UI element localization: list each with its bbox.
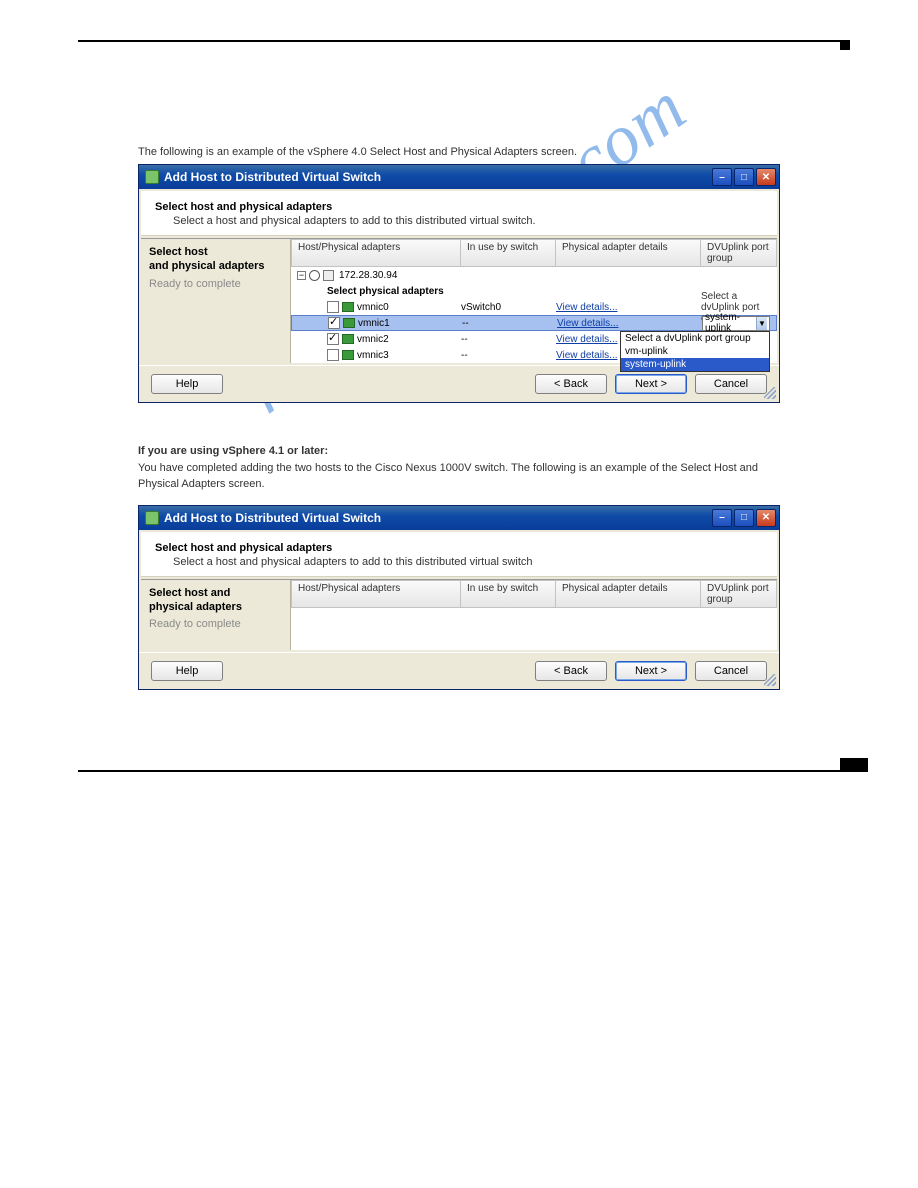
resize-grip[interactable]	[764, 674, 776, 686]
dropdown-option[interactable]: Select a dvUplink port group	[621, 332, 769, 345]
cancel-button[interactable]: Cancel	[695, 374, 767, 394]
view-details-link[interactable]: View details...	[556, 302, 701, 313]
wizard-nav: Select hostand physical adapters Ready t…	[141, 239, 291, 363]
next-button[interactable]: Next >	[615, 374, 687, 394]
resize-grip[interactable]	[764, 387, 776, 399]
col-host-adapters[interactable]: Host/Physical adapters	[291, 239, 461, 267]
dropdown-option[interactable]: vm-uplink	[621, 345, 769, 358]
header-subtitle: Select a host and physical adapters to a…	[173, 556, 763, 568]
next-button[interactable]: Next >	[615, 661, 687, 681]
inuse-cell: --	[461, 334, 556, 345]
header-panel: Select host and physical adapters Select…	[141, 532, 777, 577]
body-note: The following is an example of the vSphe…	[138, 146, 780, 158]
col-details[interactable]: Physical adapter details	[556, 239, 701, 267]
nav-step-ready[interactable]: Ready to complete	[149, 278, 282, 290]
back-button[interactable]: < Back	[535, 374, 607, 394]
header-subtitle: Select a host and physical adapters to a…	[173, 215, 763, 227]
uplink-dropdown[interactable]: system-uplink ▼	[702, 316, 770, 331]
adapters-grid: Host/Physical adapters In use by switch …	[291, 580, 777, 650]
nic-icon	[342, 302, 354, 312]
close-button[interactable]: ✕	[756, 168, 776, 186]
nav-step-selected[interactable]: Select hostand physical adapters	[149, 245, 282, 274]
nic-icon	[342, 350, 354, 360]
checkbox[interactable]	[328, 317, 340, 329]
title-bar[interactable]: Add Host to Distributed Virtual Switch –…	[139, 165, 779, 189]
table-row[interactable]: vmnic1 -- View details... system-uplink …	[291, 315, 777, 331]
window-title: Add Host to Distributed Virtual Switch	[164, 511, 381, 525]
nic-name: vmnic3	[357, 350, 389, 361]
host-row[interactable]: − 172.28.30.94	[291, 267, 777, 283]
col-details[interactable]: Physical adapter details	[556, 580, 701, 608]
header-title: Select host and physical adapters	[155, 201, 763, 213]
col-uplink[interactable]: DVUplink port group	[701, 239, 777, 267]
title-bar[interactable]: Add Host to Distributed Virtual Switch –…	[139, 506, 779, 530]
col-uplink[interactable]: DVUplink port group	[701, 580, 777, 608]
checkbox[interactable]	[327, 301, 339, 313]
view-details-link[interactable]: View details...	[557, 318, 702, 329]
inuse-cell: vSwitch0	[461, 302, 556, 313]
nic-icon	[343, 318, 355, 328]
nic-name: vmnic1	[358, 318, 390, 329]
adapters-grid: Host/Physical adapters In use by switch …	[291, 239, 777, 363]
checkbox[interactable]	[327, 333, 339, 345]
chevron-down-icon[interactable]: ▼	[756, 317, 767, 330]
nic-name: vmnic2	[357, 334, 389, 345]
header-title: Select host and physical adapters	[155, 542, 763, 554]
header-panel: Select host and physical adapters Select…	[141, 191, 777, 236]
host-ip: 172.28.30.94	[339, 270, 397, 281]
col-inuse[interactable]: In use by switch	[461, 580, 556, 608]
help-button[interactable]: Help	[151, 661, 223, 681]
nic-icon	[342, 334, 354, 344]
wizard-nav: Select host andphysical adapters Ready t…	[141, 580, 291, 650]
nav-step-selected[interactable]: Select host andphysical adapters	[149, 586, 282, 615]
cancel-button[interactable]: Cancel	[695, 661, 767, 681]
dialog2: Add Host to Distributed Virtual Switch –…	[138, 505, 780, 690]
app-icon	[145, 511, 159, 525]
maximize-button[interactable]: □	[734, 509, 754, 527]
clock-icon	[309, 270, 320, 281]
back-button[interactable]: < Back	[535, 661, 607, 681]
close-button[interactable]: ✕	[756, 509, 776, 527]
app-icon	[145, 170, 159, 184]
minimize-button[interactable]: –	[712, 168, 732, 186]
col-inuse[interactable]: In use by switch	[461, 239, 556, 267]
window-title: Add Host to Distributed Virtual Switch	[164, 170, 381, 184]
dropdown-option[interactable]: system-uplink	[621, 358, 769, 371]
minimize-button[interactable]: –	[712, 509, 732, 527]
host-icon	[323, 270, 334, 281]
help-button[interactable]: Help	[151, 374, 223, 394]
uplink-dropdown-options[interactable]: Select a dvUplink port group vm-uplink s…	[620, 331, 770, 372]
nic-name: vmnic0	[357, 302, 389, 313]
dialog1: Add Host to Distributed Virtual Switch –…	[138, 164, 780, 403]
inuse-cell: --	[461, 350, 556, 361]
nav-step-ready[interactable]: Ready to complete	[149, 618, 282, 630]
col-host-adapters[interactable]: Host/Physical adapters	[291, 580, 461, 608]
inuse-cell: --	[462, 318, 557, 329]
tree-collapse-icon[interactable]: −	[297, 271, 306, 280]
body-note: If you are using vSphere 4.1 or later: Y…	[138, 443, 780, 493]
maximize-button[interactable]: □	[734, 168, 754, 186]
checkbox[interactable]	[327, 349, 339, 361]
